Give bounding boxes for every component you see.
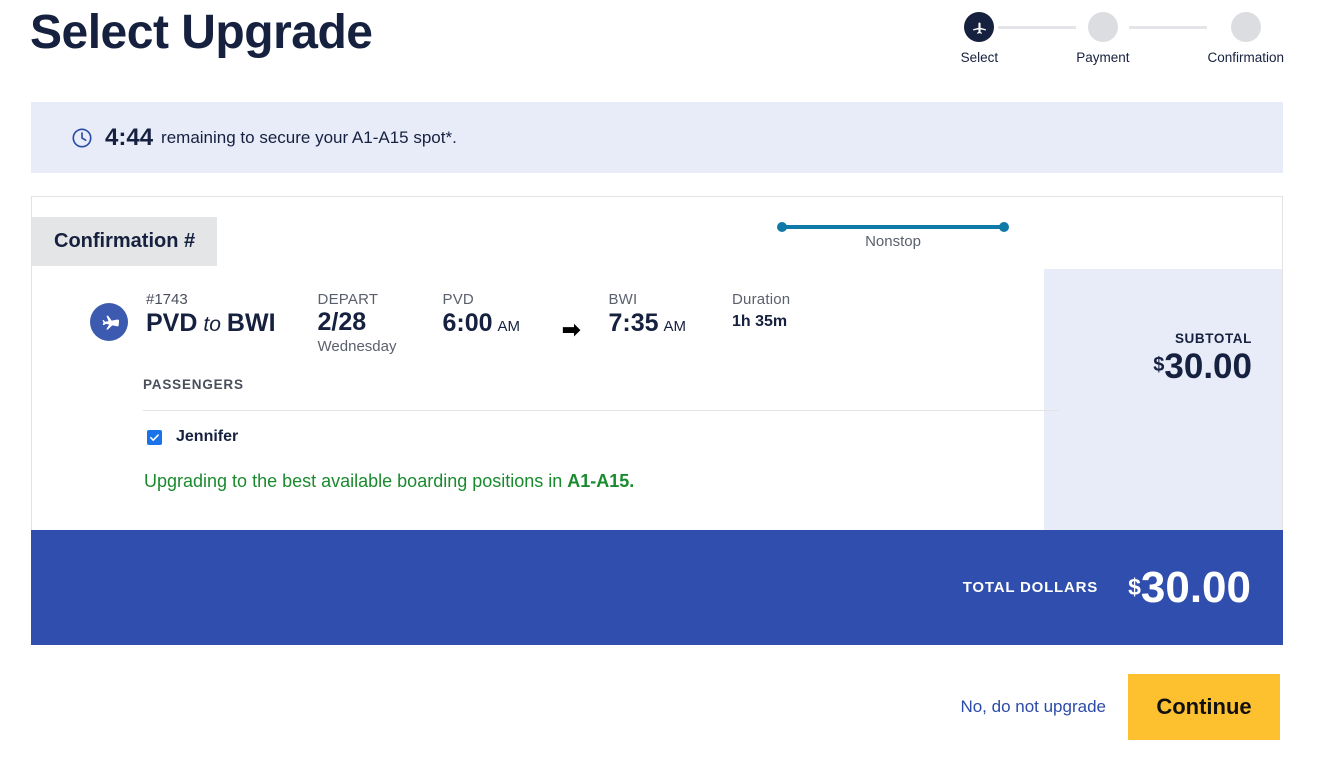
page-title: Select Upgrade xyxy=(30,6,373,59)
passenger-row[interactable]: Jennifer xyxy=(147,428,238,446)
stepper-connector-2 xyxy=(1129,26,1208,29)
depart-weekday: Wednesday xyxy=(317,338,397,356)
flight-number: #1743 xyxy=(146,291,188,308)
total-value: 30.00 xyxy=(1140,562,1251,612)
flight-route-column: #1743 PVD to BWI xyxy=(146,291,276,338)
itinerary-card: Confirmation # SUBTOTAL $ 30.00 #1743 PV… xyxy=(31,196,1283,530)
timer-banner: 4:44 remaining to secure your A1-A15 spo… xyxy=(31,102,1283,173)
passenger-name: Jennifer xyxy=(176,428,239,445)
timer-value: 4:44 xyxy=(105,123,154,151)
flight-origin: PVD xyxy=(146,309,198,337)
flight-summary-row: #1743 PVD to BWI DEPART 2/28 Wednesday PVD… xyxy=(90,291,1032,355)
stepper-dot-confirmation xyxy=(1230,12,1261,42)
nonstop-indicator: Nonstop xyxy=(777,222,1009,250)
stepper-step-select[interactable]: Select xyxy=(960,12,999,65)
subtotal-value: 30.00 xyxy=(1164,347,1252,386)
stepper-dot-payment xyxy=(1087,12,1118,42)
airplane-icon xyxy=(102,315,119,330)
flight-route: PVD to BWI xyxy=(146,309,276,338)
stepper-step-payment[interactable]: Payment xyxy=(1076,12,1129,65)
stepper-step-confirmation[interactable]: Confirmation xyxy=(1207,12,1284,65)
total-amount: $ 30.00 xyxy=(1128,562,1251,612)
subtotal-amount: $ 30.00 xyxy=(1153,349,1252,384)
stepper-connector-1 xyxy=(998,26,1077,29)
depart-date-column: DEPART 2/28 Wednesday xyxy=(318,291,397,355)
arrow-right-icon: ➡ xyxy=(562,317,581,342)
total-label: TOTAL DOLLARS xyxy=(962,579,1099,596)
subtotal-panel: SUBTOTAL $ 30.00 xyxy=(1044,269,1282,530)
upgrade-note: Upgrading to the best available boarding… xyxy=(144,471,634,492)
route-line xyxy=(777,222,1009,232)
subtotal-currency: $ xyxy=(1153,354,1165,376)
stepper-label-payment: Payment xyxy=(1076,50,1130,65)
stepper-dot-select xyxy=(964,12,995,42)
depart-time-column: PVD 6:00 AM xyxy=(442,291,520,338)
progress-stepper: Select Payment Confirmation xyxy=(961,12,1284,65)
passengers-label: PASSENGERS xyxy=(143,377,244,392)
stepper-label-confirmation: Confirmation xyxy=(1207,50,1284,65)
passenger-checkbox[interactable] xyxy=(147,429,162,445)
depart-time-line: 6:00 AM xyxy=(442,309,520,338)
subtotal-label: SUBTOTAL xyxy=(1174,331,1252,346)
arrive-meridiem: AM xyxy=(663,318,687,335)
flight-destination: BWI xyxy=(226,309,276,337)
continue-button[interactable]: Continue xyxy=(1128,674,1280,740)
duration-label: Duration xyxy=(732,291,791,308)
duration-value: 1h 35m xyxy=(732,313,788,330)
destination-airport-code: BWI xyxy=(608,291,638,308)
footer-actions: No, do not upgrade Continue xyxy=(960,674,1280,740)
confirmation-tab[interactable]: Confirmation # xyxy=(32,217,218,266)
stops-label: Nonstop xyxy=(865,233,921,250)
check-icon xyxy=(150,433,159,441)
origin-airport-code: PVD xyxy=(442,291,474,308)
total-bar: TOTAL DOLLARS $ 30.00 xyxy=(31,530,1283,645)
stepper-label-select: Select xyxy=(960,50,999,65)
decline-upgrade-link[interactable]: No, do not upgrade xyxy=(960,697,1106,717)
flight-route-connector: to xyxy=(203,313,221,336)
depart-time: 6:00 xyxy=(442,309,493,337)
total-currency: $ xyxy=(1128,573,1141,600)
route-line-destination-dot xyxy=(999,222,1009,232)
clock-icon xyxy=(72,127,92,148)
flight-airplane-badge xyxy=(90,303,128,341)
duration-column: Duration 1h 35m xyxy=(732,291,790,331)
arrive-time-line: 7:35 AM xyxy=(608,309,686,338)
upgrade-note-boarding-group: A1-A15. xyxy=(567,471,635,491)
route-line-origin-dot xyxy=(777,222,787,232)
arrive-time-column: BWI 7:35 AM xyxy=(608,291,686,338)
depart-label: DEPART xyxy=(317,291,379,308)
arrive-time: 7:35 xyxy=(608,309,659,337)
upgrade-note-text: Upgrading to the best available boarding… xyxy=(144,471,568,491)
timer-message: remaining to secure your A1-A15 spot*. xyxy=(161,127,457,147)
passengers-divider xyxy=(143,410,1059,411)
depart-meridiem: AM xyxy=(497,318,521,335)
airplane-icon xyxy=(973,22,986,34)
depart-date: 2/28 xyxy=(317,308,367,336)
